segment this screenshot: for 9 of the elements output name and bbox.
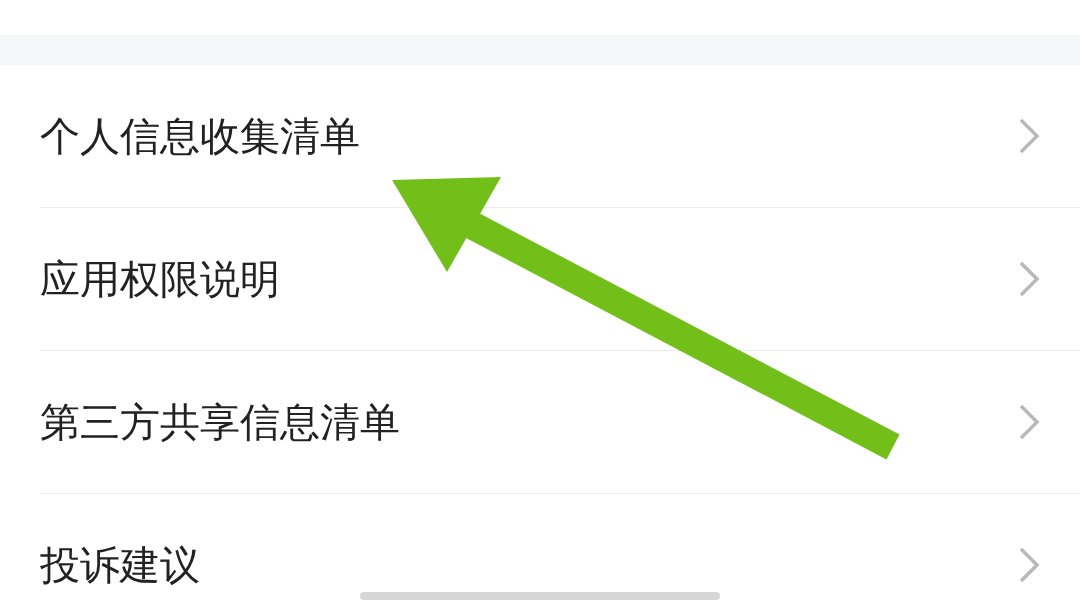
chevron-icon [1018, 403, 1040, 441]
menu-item-label: 第三方共享信息清单 [40, 398, 400, 447]
chevron-icon [1018, 546, 1040, 584]
menu-item-label: 个人信息收集清单 [40, 112, 360, 161]
menu-item-label: 投诉建议 [40, 541, 200, 590]
chevron-icon [1018, 260, 1040, 298]
home-indicator[interactable] [360, 592, 720, 600]
menu-item-label: 应用权限说明 [40, 255, 280, 304]
chevron-icon [1018, 117, 1040, 155]
